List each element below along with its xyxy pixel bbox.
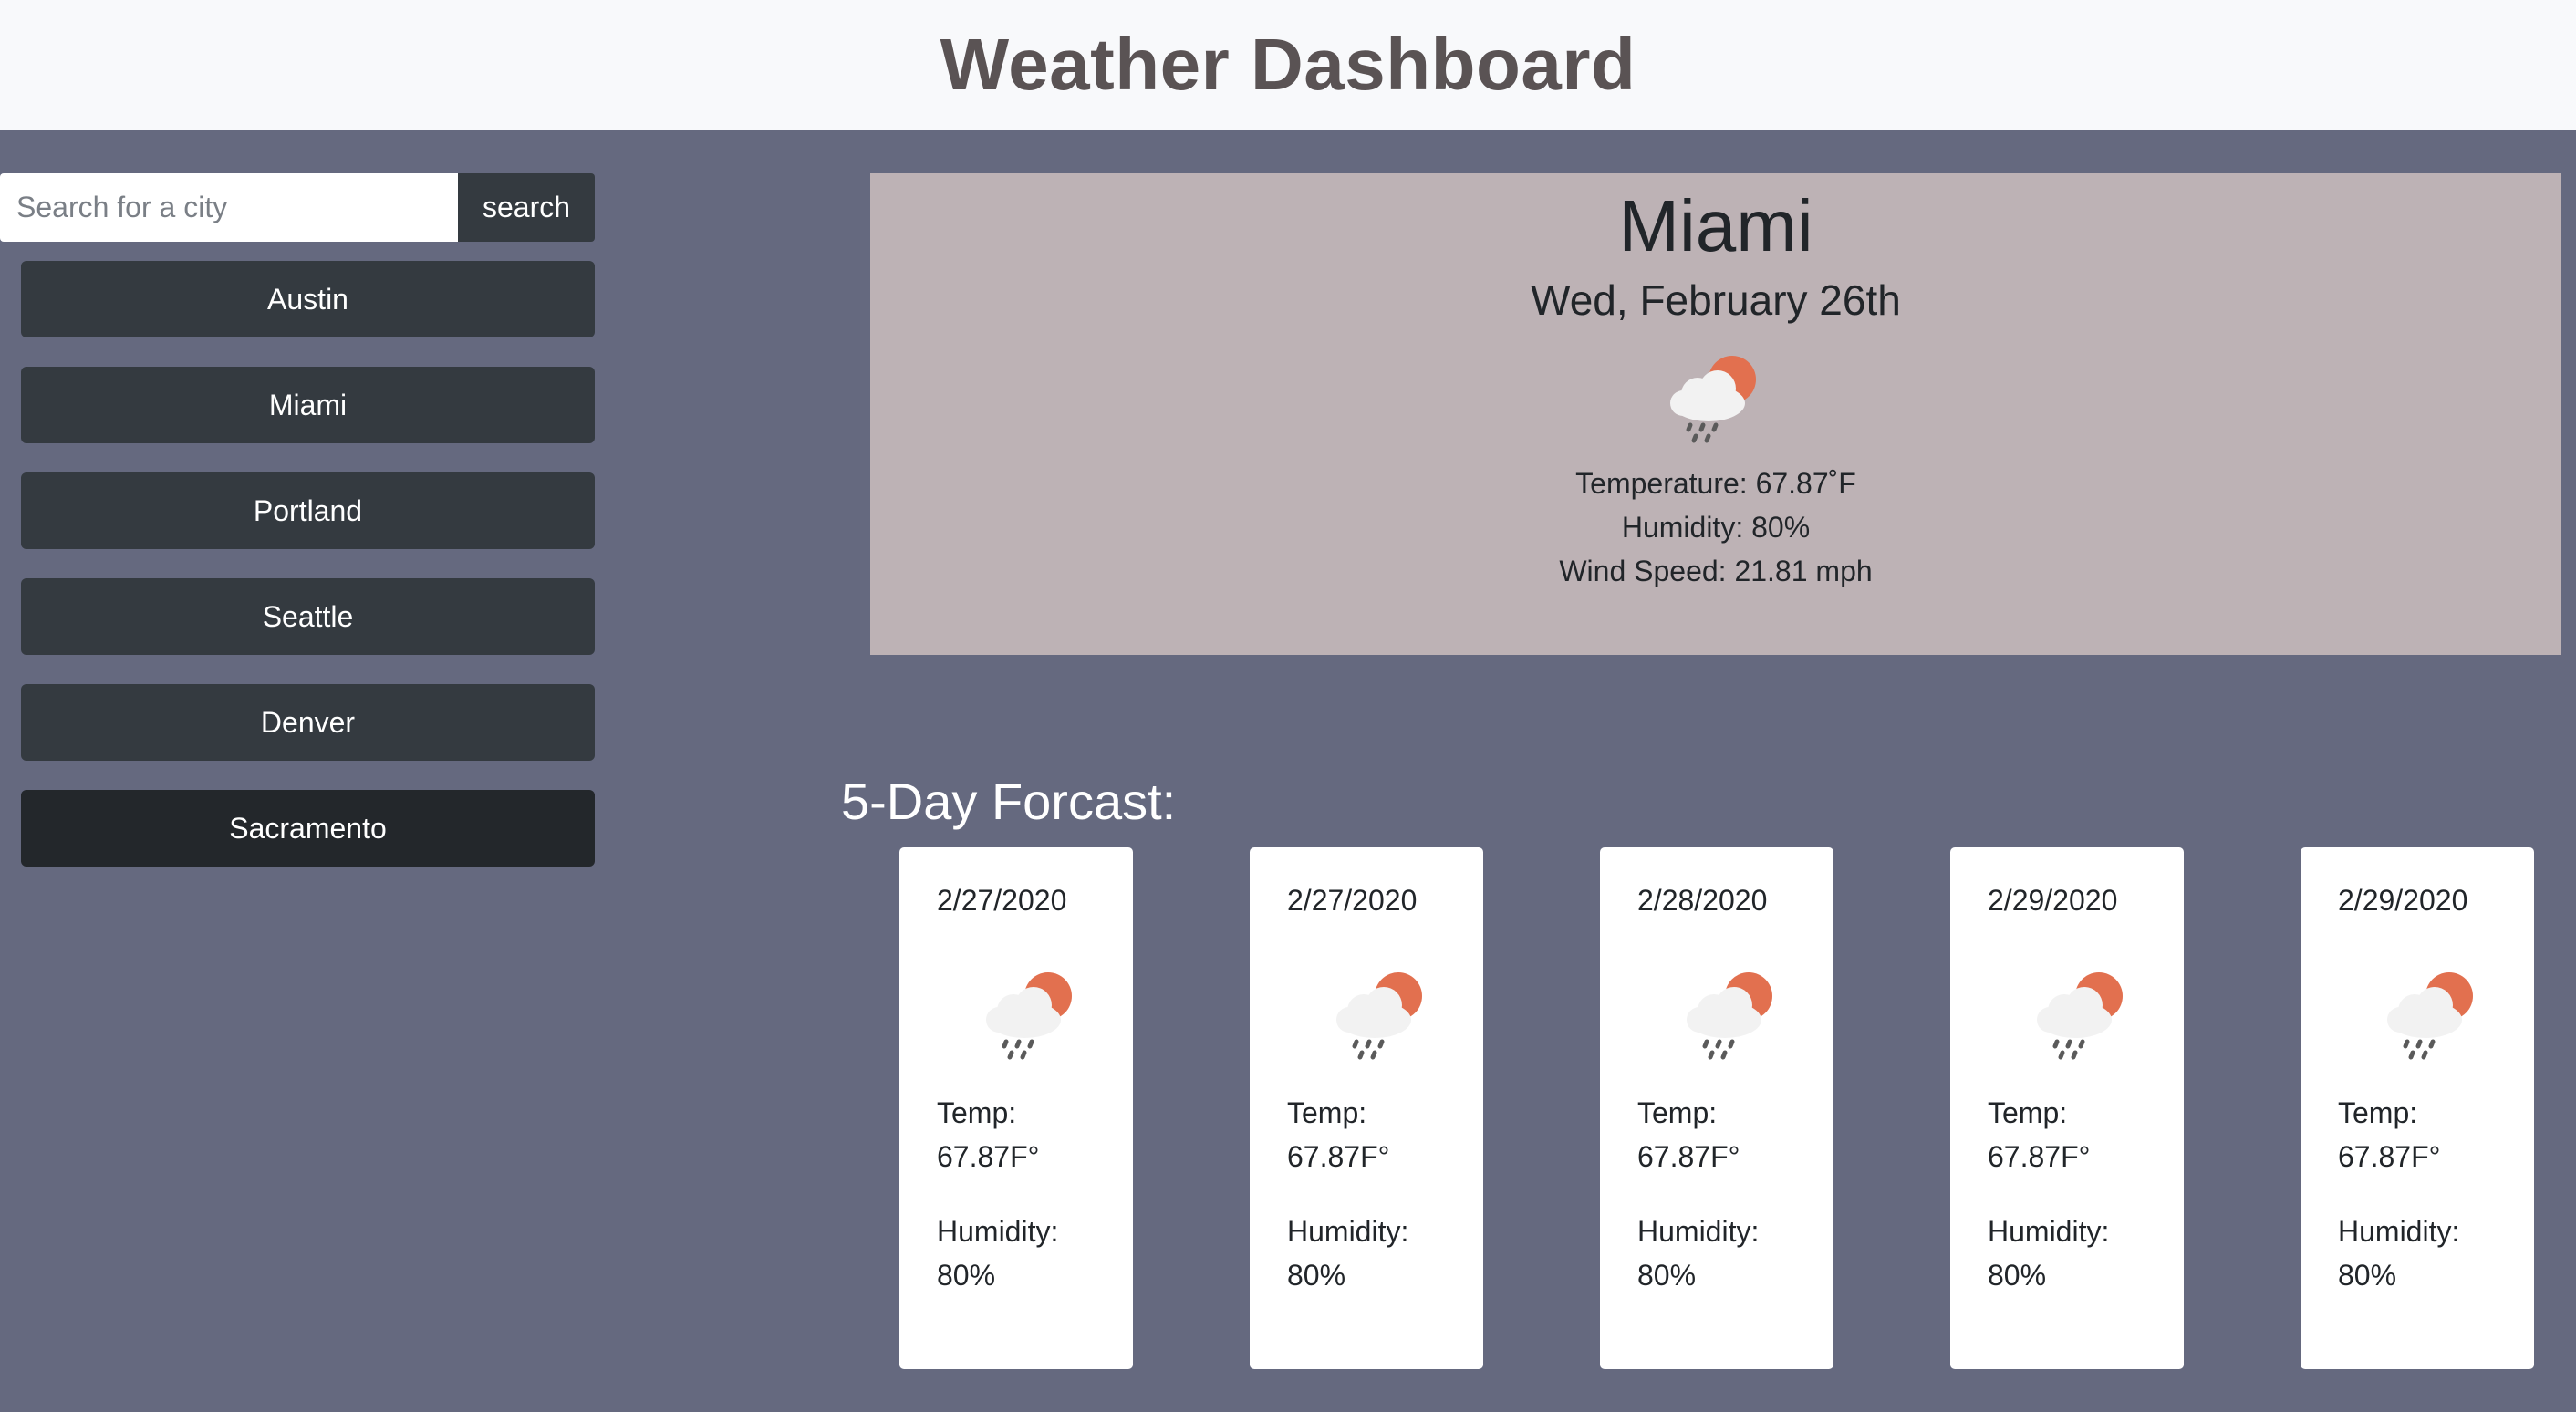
forecast-temp-value: 67.87F° xyxy=(1637,1140,1740,1173)
city-button-portland[interactable]: Portland xyxy=(21,472,595,549)
rain-cloud-sun-icon xyxy=(1661,347,1771,447)
city-button-seattle[interactable]: Seattle xyxy=(21,578,595,655)
forecast-card: 2/29/2020 Temp: 67.87F° Humidity: 80% xyxy=(1950,847,2184,1369)
forecast-temp-value: 67.87F° xyxy=(2338,1140,2441,1173)
forecast-humidity-label: Humidity: xyxy=(1988,1215,2110,1248)
forecast-humidity-value: 80% xyxy=(937,1259,996,1292)
forecast-humidity-label: Humidity: xyxy=(2338,1215,2460,1248)
forecast-temp-label: Temp: xyxy=(1988,1096,2068,1129)
city-button-denver[interactable]: Denver xyxy=(21,684,595,761)
forecast-humidity-label: Humidity: xyxy=(1637,1215,1760,1248)
rain-cloud-sun-icon xyxy=(2378,963,2488,1064)
current-wind-speed: Wind Speed: 21.81 mph xyxy=(1559,555,1873,587)
forecast-temp-value: 67.87F° xyxy=(937,1140,1040,1173)
current-date: Wed, February 26th xyxy=(1531,276,1901,324)
city-button-austin[interactable]: Austin xyxy=(21,261,595,337)
forecast-date: 2/29/2020 xyxy=(2338,884,2468,917)
rain-cloud-sun-icon xyxy=(977,963,1086,1064)
search-button[interactable]: search xyxy=(458,173,595,242)
forecast-date: 2/27/2020 xyxy=(1287,884,1418,917)
search-input[interactable] xyxy=(0,173,458,242)
forecast-humidity-label: Humidity: xyxy=(937,1215,1059,1248)
forecast-humidity-value: 80% xyxy=(1637,1259,1697,1292)
current-city-name: Miami xyxy=(1618,185,1813,266)
rain-cloud-sun-icon xyxy=(2028,963,2137,1064)
forecast-date: 2/28/2020 xyxy=(1637,884,1768,917)
forecast-temp-label: Temp: xyxy=(1287,1096,1367,1129)
city-button-sacramento[interactable]: Sacramento xyxy=(21,790,595,867)
forecast-temp-value: 67.87F° xyxy=(1287,1140,1390,1173)
current-temperature: Temperature: 67.87˚F xyxy=(1575,467,1856,500)
search-bar: search xyxy=(0,173,595,242)
forecast-humidity-value: 80% xyxy=(1287,1259,1346,1292)
rain-cloud-sun-icon xyxy=(1327,963,1437,1064)
forecast-humidity-label: Humidity: xyxy=(1287,1215,1409,1248)
city-button-miami[interactable]: Miami xyxy=(21,367,595,443)
city-history-list: Austin Miami Portland Seattle Denver Sac… xyxy=(21,261,595,896)
forecast-card: 2/29/2020 Temp: 67.87F° Humidity: 80% xyxy=(2301,847,2534,1369)
forecast-title: 5-Day Forcast: xyxy=(841,773,1177,830)
forecast-card: 2/27/2020 Temp: 67.87F° Humidity: 80% xyxy=(1250,847,1483,1369)
page-title: Weather Dashboard xyxy=(940,24,1636,105)
forecast-date: 2/29/2020 xyxy=(1988,884,2118,917)
current-weather-card: Miami Wed, February 26th Temperature: 67… xyxy=(870,173,2561,655)
forecast-date: 2/27/2020 xyxy=(937,884,1067,917)
forecast-temp-label: Temp: xyxy=(2338,1096,2418,1129)
forecast-temp-label: Temp: xyxy=(937,1096,1017,1129)
rain-cloud-sun-icon xyxy=(1678,963,1787,1064)
forecast-temp-value: 67.87F° xyxy=(1988,1140,2091,1173)
page-header: Weather Dashboard xyxy=(0,0,2576,130)
current-humidity: Humidity: 80% xyxy=(1621,511,1811,544)
forecast-card: 2/27/2020 Temp: 67.87F° Humidity: 80% xyxy=(899,847,1133,1369)
forecast-humidity-value: 80% xyxy=(1988,1259,2047,1292)
forecast-temp-label: Temp: xyxy=(1637,1096,1718,1129)
forecast-humidity-value: 80% xyxy=(2338,1259,2397,1292)
forecast-card: 2/28/2020 Temp: 67.87F° Humidity: 80% xyxy=(1600,847,1833,1369)
